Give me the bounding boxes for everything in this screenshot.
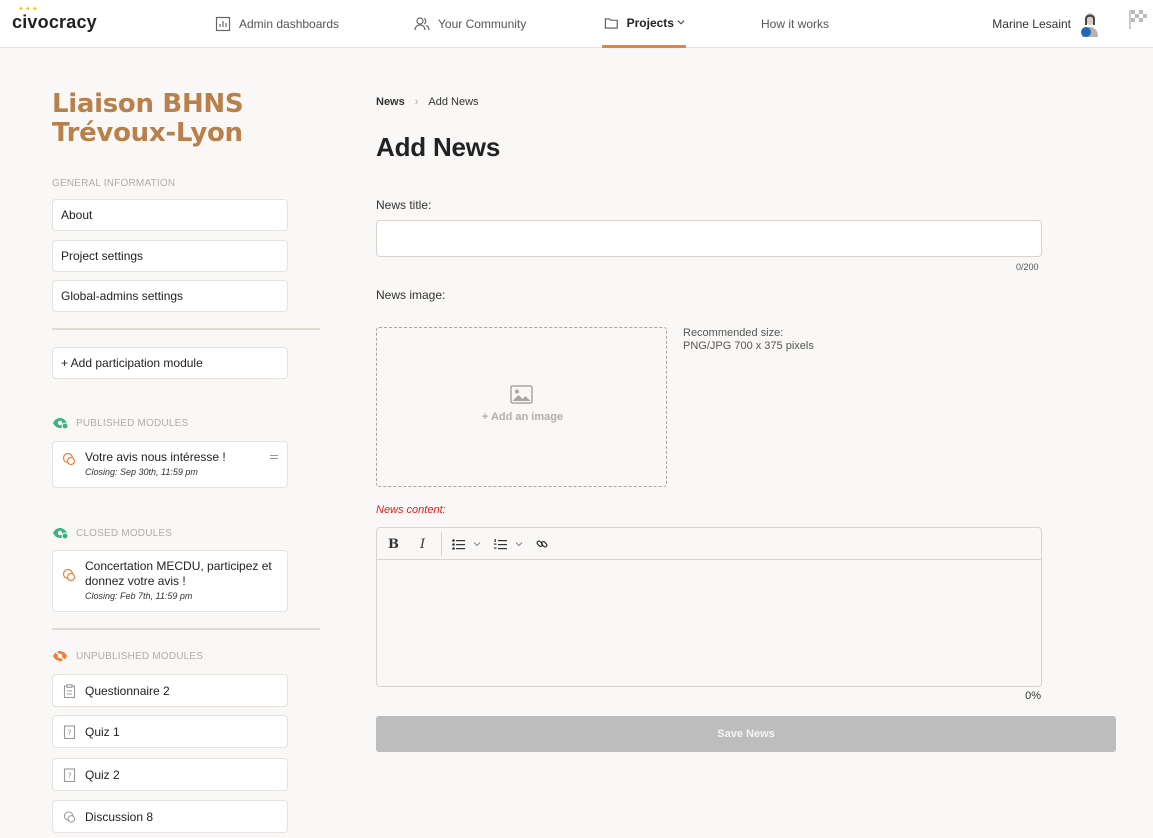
- module-card-unpublished[interactable]: ? Quiz 1: [52, 715, 288, 748]
- user-menu[interactable]: Marine Lesaint: [992, 0, 1101, 48]
- breadcrumb-current: Add News: [428, 96, 479, 108]
- module-title: Quiz 2: [85, 767, 120, 782]
- module-card-closed[interactable]: Concertation MECDU, participez et donnez…: [52, 550, 288, 612]
- chevron-right-icon: ›: [414, 96, 419, 108]
- module-closing-date: Closing: Sep 30th, 11:59 pm: [85, 467, 198, 477]
- nav-label: Admin dashboards: [239, 17, 340, 31]
- divider: [52, 328, 320, 330]
- svg-text:?: ?: [67, 729, 71, 738]
- module-title: Quiz 1: [85, 724, 120, 739]
- numbered-list-icon: [494, 538, 507, 549]
- nav-label: Projects: [626, 15, 674, 30]
- general-info-label: GENERAL INFORMATION: [52, 178, 176, 189]
- quiz-icon: ?: [63, 725, 76, 739]
- closed-modules-label: CLOSED MODULES: [76, 527, 173, 539]
- numbered-list-button[interactable]: [494, 536, 523, 552]
- sidebar-item-project-settings[interactable]: Project settings: [52, 240, 288, 272]
- title-char-counter: 0/200: [1016, 262, 1039, 272]
- unpublished-modules-label: UNPUBLISHED MODULES: [76, 650, 204, 662]
- news-title-input[interactable]: [376, 220, 1042, 257]
- news-content-editor[interactable]: B I: [376, 527, 1042, 687]
- link-icon: [536, 540, 548, 548]
- page-title: Add News: [376, 132, 501, 162]
- bold-button[interactable]: B: [388, 536, 399, 552]
- user-name: Marine Lesaint: [992, 17, 1071, 31]
- image-upload-dropzone[interactable]: + Add an image: [376, 327, 667, 487]
- unpublished-modules-header: UNPUBLISHED MODULES: [52, 649, 203, 663]
- nav-your-community[interactable]: Your Community: [414, 0, 526, 48]
- module-title: Concertation MECDU, participez et donnez…: [85, 559, 272, 588]
- clipboard-icon: [63, 684, 76, 698]
- news-content-label: News content:: [376, 504, 446, 516]
- svg-text:?: ?: [67, 772, 71, 781]
- news-image-label: News image:: [376, 288, 446, 302]
- chevron-down-icon: [677, 20, 685, 25]
- project-sidebar: Liaison BHNS Trévoux-Lyon GENERAL INFORM…: [52, 89, 320, 833]
- module-card-unpublished[interactable]: ? Quiz 2: [52, 758, 288, 791]
- users-icon: [414, 17, 430, 31]
- bullet-list-icon: [452, 538, 465, 550]
- eye-check-icon: [53, 418, 68, 430]
- nav-admin-dashboards[interactable]: Admin dashboards: [215, 0, 339, 48]
- discussion-icon: [63, 811, 76, 823]
- recommended-size-note: Recommended size: PNG/JPG 700 x 375 pixe…: [683, 327, 814, 353]
- save-news-button[interactable]: Save News: [376, 716, 1116, 752]
- content-percent: 0%: [1025, 690, 1041, 702]
- drag-handle-icon[interactable]: [269, 454, 279, 460]
- discussion-icon: [62, 452, 76, 466]
- eye-off-icon: [53, 649, 67, 663]
- closed-modules-header: CLOSED MODULES: [52, 526, 172, 540]
- sidebar-item-global-admins-settings[interactable]: Global-admins settings: [52, 280, 288, 312]
- module-title: Questionnaire 2: [85, 683, 170, 698]
- module-closing-date: Closing: Feb 7th, 11:59 pm: [85, 591, 193, 601]
- bullet-list-button[interactable]: [452, 536, 481, 552]
- chart-icon: [215, 16, 231, 32]
- chevron-down-icon: [515, 542, 523, 547]
- chevron-down-icon: [473, 542, 481, 547]
- module-card-published[interactable]: Votre avis nous intéresse ! Closing: Sep…: [52, 441, 288, 488]
- recommended-size-line: Recommended size:: [683, 327, 784, 339]
- add-image-label: + Add an image: [481, 411, 564, 423]
- recommended-format-line: PNG/JPG 700 x 375 pixels: [683, 340, 814, 352]
- link-button[interactable]: [536, 536, 548, 552]
- civocracy-logo[interactable]: civocracy: [12, 12, 97, 33]
- eye-check-icon: [53, 528, 68, 540]
- module-card-unpublished[interactable]: Questionnaire 2: [52, 674, 288, 707]
- folder-icon: [604, 17, 618, 29]
- italic-button[interactable]: I: [420, 536, 425, 552]
- top-navbar: ✦✦✦ civocracy Admin dashboards Your Comm…: [0, 0, 1153, 48]
- checkered-flag-icon[interactable]: [1129, 9, 1147, 29]
- discussion-icon: [62, 568, 76, 582]
- breadcrumb: News › Add News: [376, 96, 479, 108]
- project-title: Liaison BHNS Trévoux-Lyon: [52, 89, 244, 148]
- published-modules-header: PUBLISHED MODULES: [52, 416, 188, 430]
- toolbar-divider: [441, 532, 442, 556]
- quiz-icon: ?: [63, 768, 76, 782]
- sidebar-item-about[interactable]: About: [52, 199, 288, 231]
- published-modules-label: PUBLISHED MODULES: [76, 417, 189, 429]
- divider: [52, 628, 320, 630]
- news-title-label: News title:: [376, 198, 432, 212]
- editor-toolbar: B I: [377, 528, 1041, 560]
- nav-how-it-works[interactable]: How it works: [761, 0, 829, 48]
- add-participation-module-button[interactable]: + Add participation module: [52, 347, 288, 379]
- module-title: Discussion 8: [85, 809, 154, 824]
- module-title: Votre avis nous intéresse !: [85, 450, 226, 464]
- avatar: [1081, 13, 1098, 37]
- nav-projects[interactable]: Projects: [602, 0, 686, 48]
- module-card-unpublished[interactable]: Discussion 8: [52, 800, 288, 833]
- breadcrumb-news-link[interactable]: News: [376, 96, 405, 108]
- image-icon: [510, 385, 533, 404]
- nav-label: Your Community: [438, 17, 527, 31]
- nav-label: How it works: [761, 17, 830, 31]
